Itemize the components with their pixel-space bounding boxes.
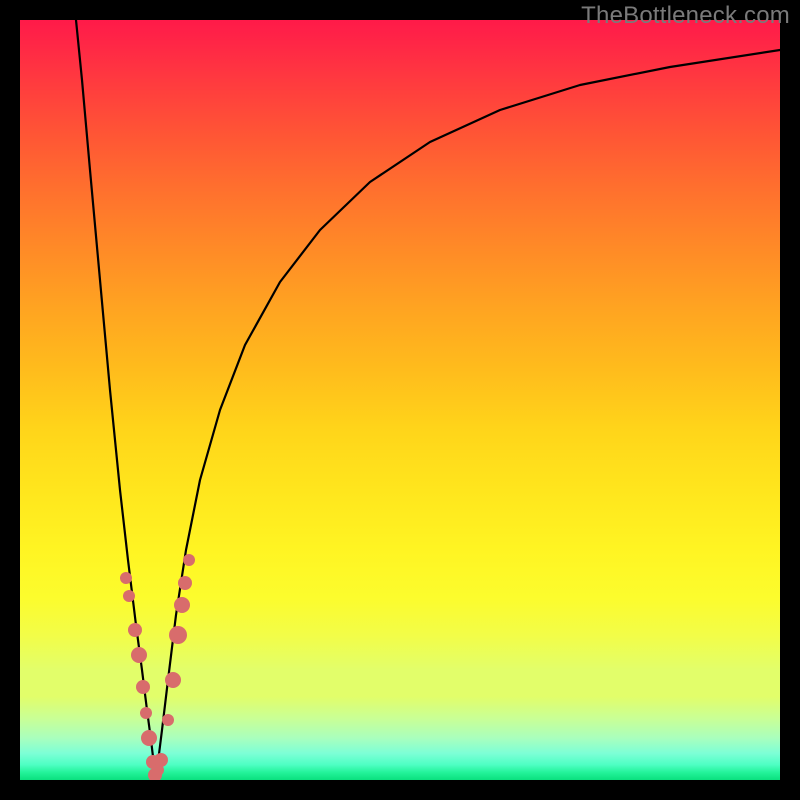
data-marker [128,623,142,637]
bottleneck-curve [76,20,780,776]
data-marker [178,576,192,590]
chart-stage: TheBottleneck.com [0,0,800,800]
data-marker [162,714,174,726]
data-marker [136,680,150,694]
data-marker [140,707,152,719]
data-marker [169,626,187,644]
data-marker [174,597,190,613]
data-marker [183,554,195,566]
data-marker [141,730,157,746]
data-marker [123,590,135,602]
data-marker [154,753,168,767]
watermark-label: TheBottleneck.com [581,2,790,30]
data-marker [131,647,147,663]
plot-area [20,20,780,780]
data-marker [165,672,181,688]
data-marker [120,572,132,584]
curve-layer [20,20,780,780]
